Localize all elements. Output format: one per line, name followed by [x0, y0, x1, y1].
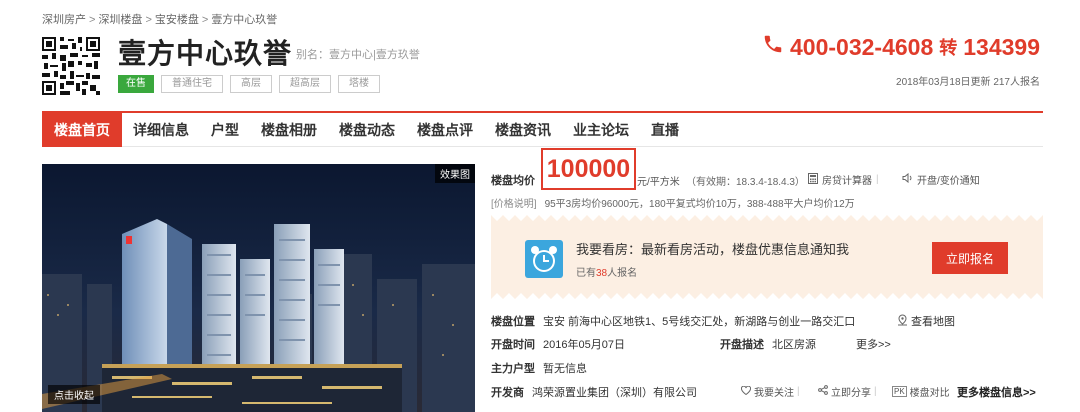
open-date-value: 2016年05月07日	[543, 339, 625, 351]
page-title: 壹方中心玖誉	[118, 38, 293, 69]
breadcrumb-link-shenzhen[interactable]: 深圳房产	[42, 14, 86, 26]
price-note: [价格说明] 95平3房均价96000元，180平复式均价10万，388-488平…	[491, 195, 855, 210]
qr-code-icon[interactable]	[42, 37, 100, 95]
price-note-text: 95平3房均价96000元，180平复式均价10万，388-488平大户均价12…	[544, 199, 855, 210]
view-map-label: 查看地图	[911, 316, 955, 328]
price-label: 楼盘均价	[491, 175, 535, 187]
tab-floorplans[interactable]: 户型	[200, 113, 250, 147]
tab-home[interactable]: 楼盘首页	[42, 112, 122, 147]
more-link[interactable]: 更多>>	[856, 336, 891, 352]
promo-sub-count: 38	[596, 268, 608, 279]
price-value: 100000	[546, 154, 631, 183]
open-date-label: 开盘时间	[491, 339, 535, 351]
divider: |	[876, 174, 879, 185]
share-button[interactable]: 立即分享 |	[818, 384, 877, 399]
promo-sub-prefix: 已有	[576, 268, 596, 279]
breadcrumb-link-loupan[interactable]: 深圳楼盘	[98, 14, 142, 26]
signup-count: 217	[993, 77, 1010, 88]
update-info: 2018年03月18日更新 217人报名	[896, 73, 1040, 88]
follow-button[interactable]: 我要关注 |	[741, 384, 800, 399]
location-label: 楼盘位置	[491, 316, 535, 328]
map-pin-icon	[897, 313, 908, 329]
location-row: 楼盘位置 宝安 前海中心区地铁1、5号线交汇处，新湖路与创业一路交汇口	[491, 313, 855, 329]
main-unit-value: 暂无信息	[543, 363, 587, 375]
price-note-label: [价格说明]	[491, 199, 537, 210]
phone-number[interactable]: 400-032-4608	[790, 34, 933, 61]
calculator-label: 房贷计算器	[822, 176, 872, 187]
phone-icon	[762, 33, 784, 61]
tab-news-dynamic[interactable]: 楼盘动态	[328, 113, 406, 147]
alarm-clock-icon	[525, 240, 563, 278]
heart-icon	[741, 385, 751, 398]
price-box: 100000	[541, 148, 636, 190]
mortgage-calculator-link[interactable]: 房贷计算器 |	[808, 172, 879, 187]
share-label: 立即分享	[831, 388, 871, 399]
location-value: 宝安 前海中心区地铁1、5号线交汇处，新湖路与创业一路交汇口	[543, 316, 856, 328]
phone-extension: 134399	[963, 33, 1040, 60]
tab-live[interactable]: 直播	[640, 113, 690, 147]
developer-label: 开发商	[491, 387, 524, 399]
more-info-link[interactable]: 更多楼盘信息>>	[957, 384, 1036, 400]
notify-label: 开盘/变价通知	[917, 176, 980, 187]
status-badge: 在售	[118, 75, 154, 93]
tag-item[interactable]: 超高层	[279, 75, 331, 93]
compare-label: 楼盘对比	[909, 388, 950, 399]
price-validity: （有效期：18.3.4-18.4.3）	[686, 177, 805, 188]
tag-item[interactable]: 高层	[230, 75, 272, 93]
tab-reviews[interactable]: 楼盘点评	[406, 113, 484, 147]
promo-signup-count: 已有38人报名	[576, 264, 637, 279]
share-icon	[818, 385, 828, 398]
phone-ext-label: 转	[939, 38, 958, 58]
signup-button[interactable]: 立即报名	[932, 242, 1008, 274]
collapse-button[interactable]: 点击收起	[48, 385, 100, 404]
open-desc-row: 开盘描述 北区房源	[720, 336, 816, 352]
update-date: 2018年03月18日更新	[896, 77, 991, 88]
divider: |	[797, 386, 800, 397]
calculator-icon	[808, 172, 818, 187]
open-desc-value: 北区房源	[772, 339, 816, 351]
view-map-link[interactable]: 查看地图	[897, 313, 955, 329]
ticket-edge-bottom	[491, 291, 1043, 299]
open-date-row: 开盘时间 2016年05月07日	[491, 336, 625, 352]
tag-item[interactable]: 塔楼	[338, 75, 380, 93]
signup-suffix: 人报名	[1010, 77, 1040, 88]
main-nav: 楼盘首页 详细信息 户型 楼盘相册 楼盘动态 楼盘点评 楼盘资讯 业主论坛 直播	[42, 111, 1043, 147]
main-unit-label: 主力户型	[491, 363, 535, 375]
breadcrumb-link-baoan[interactable]: 宝安楼盘	[155, 14, 199, 26]
tab-album[interactable]: 楼盘相册	[250, 113, 328, 147]
follow-label: 我要关注	[754, 388, 794, 399]
developer-row: 开发商 鸿荣源置业集团（深圳）有限公司	[491, 384, 697, 400]
tab-articles[interactable]: 楼盘资讯	[484, 113, 562, 147]
speaker-icon	[902, 172, 913, 186]
main-unit-row: 主力户型 暂无信息	[491, 360, 587, 376]
price-unit: 元/平方米	[637, 177, 680, 188]
compare-button[interactable]: PK 楼盘对比	[892, 384, 950, 399]
hotline: 400-032-4608 转 134399	[762, 33, 1040, 61]
tag-item[interactable]: 普通住宅	[161, 75, 223, 93]
promo-title: 我要看房：最新看房活动，楼盘优惠信息通知我	[576, 242, 850, 257]
divider: |	[874, 386, 877, 397]
breadcrumb-current: 壹方中心玖誉	[211, 14, 278, 26]
open-desc-label: 开盘描述	[720, 339, 764, 351]
breadcrumb: 深圳房产 > 深圳楼盘 > 宝安楼盘 > 壹方中心玖誉	[42, 14, 278, 26]
tag-list: 在售 普通住宅 高层 超高层 塔楼	[118, 75, 380, 93]
tab-details[interactable]: 详细信息	[122, 113, 200, 147]
promo-sub-suffix: 人报名	[607, 268, 638, 279]
ticket-edge-top	[491, 215, 1043, 223]
pk-icon: PK	[892, 386, 907, 397]
tab-forum[interactable]: 业主论坛	[562, 113, 640, 147]
developer-value: 鸿荣源置业集团（深圳）有限公司	[532, 387, 697, 399]
property-photo[interactable]: 效果图 点击收起	[42, 164, 475, 412]
alias-text: 别名：壹方中心|壹方玖誉	[296, 49, 420, 61]
photo-badge: 效果图	[435, 164, 475, 183]
price-notify-link[interactable]: 开盘/变价通知	[902, 172, 980, 187]
